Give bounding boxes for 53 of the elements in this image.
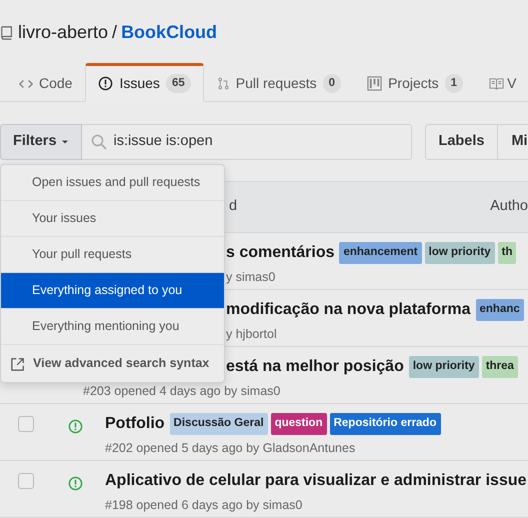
issue-label: question bbox=[270, 413, 327, 435]
counter: 1 bbox=[444, 74, 464, 94]
external-link-icon bbox=[11, 356, 25, 370]
open-issue-icon bbox=[68, 476, 83, 491]
menu-item[interactable]: Everything mentioning you bbox=[1, 309, 224, 345]
issue-label: low priority bbox=[424, 242, 495, 264]
search-field[interactable]: is:issue is:open bbox=[82, 124, 412, 160]
issue-checkbox[interactable] bbox=[18, 416, 34, 432]
issue-label: low priority bbox=[408, 356, 479, 378]
search-icon bbox=[90, 134, 107, 150]
repo-tab[interactable]: Projects 1 bbox=[354, 63, 476, 102]
issue-label: enhancement bbox=[339, 242, 422, 264]
repo-tab[interactable]: Issues 65 bbox=[85, 63, 204, 102]
path-separator: / bbox=[112, 21, 118, 44]
caret-icon bbox=[60, 138, 69, 146]
menu-link[interactable]: View advanced search syntax bbox=[1, 345, 224, 382]
issue-meta: #203 opened 4 days ago by simas0 bbox=[83, 383, 280, 400]
book-icon bbox=[489, 76, 504, 91]
issue-title[interactable]: Potfolio bbox=[105, 412, 165, 436]
header-label: d bbox=[229, 197, 238, 216]
issue-label: enhanc bbox=[476, 299, 524, 321]
repo-icon bbox=[0, 24, 14, 42]
issue-meta: #198 opened 6 days ago by simas0 bbox=[105, 497, 302, 514]
labels-button[interactable]: Labels bbox=[424, 124, 498, 160]
repo-name-link[interactable]: BookCloud bbox=[121, 19, 218, 46]
repo-tab[interactable]: V bbox=[476, 63, 518, 102]
menu-item[interactable]: Everything assigned to you bbox=[1, 273, 224, 309]
repo-tab[interactable]: Pull requests 0 bbox=[204, 63, 354, 102]
issue-checkbox[interactable] bbox=[18, 473, 34, 489]
header-label: Autho bbox=[490, 197, 528, 216]
menu-item[interactable]: Open issues and pull requests bbox=[1, 165, 224, 201]
issue-title[interactable]: está na melhor posição bbox=[226, 355, 404, 379]
issue-meta: y hjbortol bbox=[226, 326, 277, 343]
issue-icon bbox=[98, 76, 114, 91]
open-issue-icon bbox=[68, 419, 83, 434]
milestones-button[interactable]: Mi bbox=[498, 124, 528, 160]
filters-button[interactable]: Filters bbox=[0, 124, 82, 160]
issue-title[interactable]: modificação na nova plataforma bbox=[226, 298, 471, 322]
counter: 0 bbox=[322, 74, 342, 94]
repo-tab[interactable]: Code bbox=[6, 63, 86, 102]
menu-item[interactable]: Your issues bbox=[1, 201, 224, 237]
issue-meta: y simas0 bbox=[226, 269, 276, 286]
issue-title[interactable]: Aplicativo de celular para visualizar e administrar issue bbox=[105, 469, 527, 493]
repo-owner-link[interactable]: livro-aberto bbox=[18, 19, 108, 46]
issue-meta: #202 opened 5 days ago by GladsonAntunes bbox=[105, 440, 356, 457]
issue-label: th bbox=[498, 242, 516, 264]
counter: 65 bbox=[166, 74, 191, 94]
issue-label: Repositório errado bbox=[330, 413, 440, 435]
issue-label: threa bbox=[482, 356, 518, 378]
project-board-icon bbox=[367, 76, 382, 91]
pull-request-icon bbox=[216, 76, 230, 91]
issue-title[interactable]: s comentários bbox=[226, 241, 334, 265]
issue-label: Discussão Geral bbox=[170, 413, 268, 435]
